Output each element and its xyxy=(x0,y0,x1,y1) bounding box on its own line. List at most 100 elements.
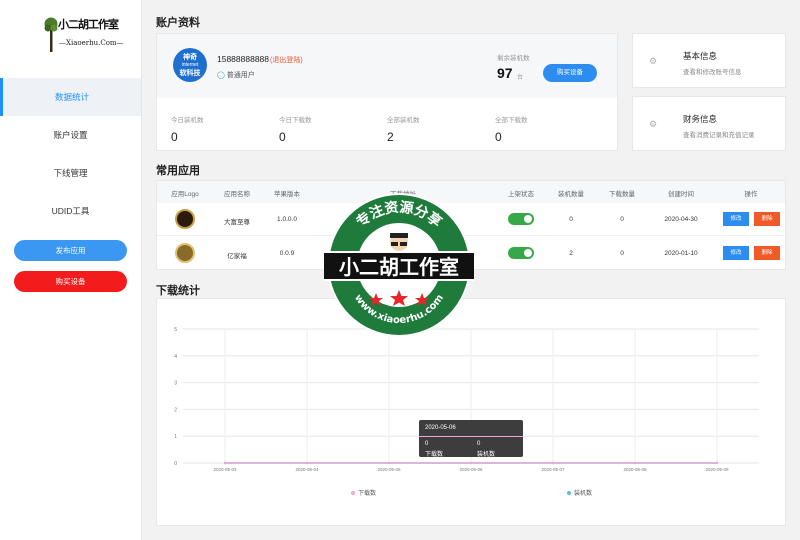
col-header-installs: 装机数量 xyxy=(558,191,584,198)
col-header-status: 上架状态 xyxy=(508,191,534,198)
data-point xyxy=(223,461,227,465)
col-header-version: 苹果版本 xyxy=(274,191,300,198)
sidebar-item-account[interactable]: 账户设置 xyxy=(0,116,141,154)
buy-device-button[interactable]: 购买设备 xyxy=(14,271,127,292)
info-card-desc: 查看和修改账号信息 xyxy=(683,69,742,76)
apps-title: 常用应用 xyxy=(156,165,200,177)
avatar-line-1: 神奇 xyxy=(183,54,197,61)
buy-device-button-main[interactable]: 购买设备 xyxy=(543,64,597,82)
listing-toggle[interactable] xyxy=(508,247,534,259)
app-logo xyxy=(175,209,195,229)
x-tick-label: 2020-05-08 xyxy=(623,467,647,472)
sidebar-item-downline[interactable]: 下线管理 xyxy=(0,154,141,192)
watermark-seal: 专注资源分享 www.xiaoerhu.com 小二胡工作室 xyxy=(324,193,474,337)
tooltip-divider xyxy=(419,436,523,437)
stat-total-downloads: 全部下载数 0 xyxy=(495,114,528,144)
sidebar: 小二胡工作室 —Xiaoerhu.Com— 数据统计 账户设置 下线管理 UDI… xyxy=(0,0,142,540)
stat-label: 今日装机数 xyxy=(171,117,204,124)
tree-icon xyxy=(44,17,58,52)
tooltip-date: 2020-05-06 xyxy=(425,425,456,431)
tooltip-name-a: 下载数 xyxy=(425,452,444,458)
x-tick-label: 2020-05-05 xyxy=(377,467,401,472)
avatar-line-3: 软科技 xyxy=(179,70,201,77)
sidebar-item-udid[interactable]: UDID工具 xyxy=(0,192,141,230)
x-tick-label: 2020-05-09 xyxy=(705,467,729,472)
tooltip-value-a: 0 xyxy=(425,441,429,447)
logo-text: 小二胡工作室 xyxy=(58,18,119,31)
col-header-created: 创建时间 xyxy=(668,191,694,198)
stat-value: 0 xyxy=(171,130,178,144)
app-created: 2020-04-30 xyxy=(664,216,698,223)
publish-app-button[interactable]: 发布应用 xyxy=(14,240,127,261)
app-downloads: 0 xyxy=(620,216,624,223)
stat-total-installs: 全部装机数 2 xyxy=(387,114,420,144)
stat-value: 2 xyxy=(387,130,394,144)
logout-link[interactable]: (退出登陆) xyxy=(270,55,303,65)
data-point xyxy=(469,461,473,465)
legend-swatch xyxy=(567,491,571,495)
app-version: 0.0.9 xyxy=(279,250,295,257)
info-card-desc: 查看消费记录和充值记录 xyxy=(683,132,755,139)
remaining-installs-unit: 台 xyxy=(517,75,524,81)
data-point xyxy=(551,461,555,465)
edit-button[interactable]: 修改 xyxy=(723,246,749,260)
stat-label: 全部装机数 xyxy=(387,117,420,124)
brand-logo: 小二胡工作室 —Xiaoerhu.Com— xyxy=(44,12,124,60)
user-type: ◯ 普通用户 xyxy=(217,70,255,80)
tooltip-name-b: 装机数 xyxy=(477,452,496,458)
app-installs: 2 xyxy=(569,250,573,257)
listing-toggle[interactable] xyxy=(508,213,534,225)
x-tick-label: 2020-05-06 xyxy=(459,467,483,472)
x-tick-label: 2020-05-07 xyxy=(541,467,565,472)
remaining-installs-label: 剩余装机数 xyxy=(497,55,530,62)
data-point xyxy=(715,461,719,465)
y-tick-label: 3 xyxy=(174,381,177,387)
tooltip-value-b: 0 xyxy=(477,441,481,447)
col-header-name: 应用名称 xyxy=(224,191,250,198)
data-point xyxy=(387,461,391,465)
app-downloads: 0 xyxy=(620,250,624,257)
y-tick-label: 2 xyxy=(174,407,177,413)
y-tick-label: 5 xyxy=(174,327,177,333)
stat-label: 今日下载数 xyxy=(279,117,312,124)
app-name: 亿家福 xyxy=(227,253,247,260)
app-installs: 0 xyxy=(569,216,573,223)
info-card-title: 财务信息 xyxy=(683,114,718,124)
y-tick-label: 1 xyxy=(174,434,177,440)
legend-label: 下载数 xyxy=(358,489,376,497)
y-tick-label: 0 xyxy=(174,461,177,467)
app-created: 2020-01-10 xyxy=(664,250,698,257)
x-tick-label: 2020-05-04 xyxy=(295,467,319,472)
logo-subtext: —Xiaoerhu.Com— xyxy=(59,39,124,47)
stat-label: 全部下载数 xyxy=(495,117,528,124)
edit-button[interactable]: 修改 xyxy=(723,212,749,226)
stat-today-downloads: 今日下载数 0 xyxy=(279,114,312,144)
downloads-title: 下载统计 xyxy=(156,285,200,297)
y-tick-label: 4 xyxy=(174,354,177,360)
stat-today-installs: 今日装机数 0 xyxy=(171,114,204,144)
account-panel: 神奇 internet 软科技 15888888888 (退出登陆) ◯ 普通用… xyxy=(156,33,618,151)
shield-check-icon: ◯ xyxy=(217,72,225,79)
delete-button[interactable]: 删除 xyxy=(754,212,780,226)
remaining-installs-value: 97 xyxy=(497,65,513,81)
col-header-downloads: 下载数量 xyxy=(609,191,635,198)
sidebar-item-stats[interactable]: 数据统计 xyxy=(0,78,141,116)
col-header-logo: 应用Logo xyxy=(171,191,199,198)
stat-value: 0 xyxy=(495,130,502,144)
account-summary: 神奇 internet 软科技 15888888888 (退出登陆) ◯ 普通用… xyxy=(157,34,617,98)
delete-button[interactable]: 删除 xyxy=(754,246,780,260)
info-card-basic[interactable]: ⚙ 基本信息 查看和修改账号信息 xyxy=(632,33,786,88)
legend-label: 装机数 xyxy=(574,489,592,497)
sidebar-nav: 数据统计 账户设置 下线管理 UDID工具 xyxy=(0,78,141,230)
watermark-banner: 小二胡工作室 xyxy=(339,255,459,279)
gear-icon: ⚙ xyxy=(649,119,658,129)
legend-swatch xyxy=(351,491,355,495)
account-title: 账户资料 xyxy=(156,17,200,29)
info-card-finance[interactable]: ⚙ 财务信息 查看消费记录和充值记录 xyxy=(632,96,786,151)
col-header-actions: 操作 xyxy=(744,191,758,198)
app-logo xyxy=(175,243,195,263)
app-name: 大富至尊 xyxy=(224,219,250,226)
data-point xyxy=(633,461,637,465)
avatar: 神奇 internet 软科技 xyxy=(173,48,207,82)
app-version: 1.0.0.0 xyxy=(277,216,297,223)
